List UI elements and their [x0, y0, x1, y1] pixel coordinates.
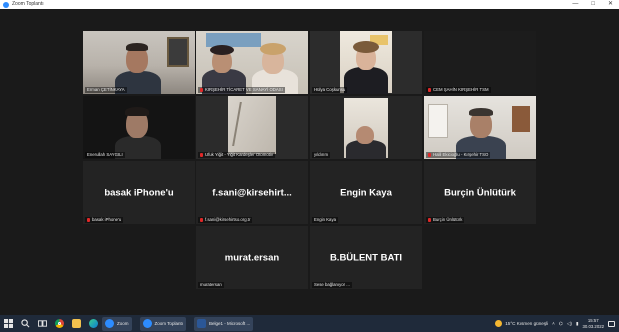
participant-tile[interactable]: basak iPhone'u basak iPhone'u — [83, 161, 195, 224]
edge-taskbar-button[interactable] — [85, 315, 102, 332]
video-feed — [310, 96, 422, 159]
participant-name: basak iPhone'u — [85, 217, 124, 223]
participant-name: f.sani@kirsehirtso.org.tr — [198, 217, 253, 223]
participant-name: Erman ÇETİNKAYA — [85, 87, 127, 93]
task-view-icon — [38, 320, 47, 327]
participant-tile[interactable]: CEM ŞAHİN KIRŞEHİR TSM — [424, 31, 536, 94]
participant-name: yıldırım — [312, 152, 331, 158]
file-explorer-taskbar-button[interactable] — [68, 315, 85, 332]
task-view-button[interactable] — [34, 315, 51, 332]
taskbar-app-zoom-meeting[interactable]: Zoom Toplantı — [139, 316, 186, 331]
zoom-logo-icon — [3, 1, 9, 8]
muted-mic-icon — [200, 88, 203, 92]
minimize-button[interactable]: — — [572, 0, 578, 9]
maximize-button[interactable]: □ — [591, 0, 595, 9]
windows-logo-icon — [4, 319, 13, 328]
participant-tile[interactable]: Burçin Ünlütürk Burçin Ünlütürk — [424, 161, 536, 224]
participant-tile[interactable]: Engin Kaya Engin Kaya — [310, 161, 422, 224]
participant-name: Enerullah SAYGILI — [85, 152, 125, 158]
participant-tile[interactable]: f.sani@kirsehirt... f.sani@kirsehirtso.o… — [196, 161, 308, 224]
chrome-icon — [55, 319, 64, 328]
search-button[interactable] — [17, 315, 34, 332]
muted-mic-icon — [87, 218, 90, 222]
participant-tile[interactable]: Ufuk Yiğit - Yiğit Kardeşler Otomotiv — [196, 96, 308, 159]
participant-display-name: f.sani@kirsehirt... — [212, 187, 292, 198]
participant-tile[interactable]: Hülya Coşkunsu — [310, 31, 422, 94]
participant-name: muratersan — [198, 282, 224, 288]
participant-tile[interactable]: murat.ersan muratersan — [196, 226, 308, 289]
participant-name: Hülya Coşkunsu — [312, 87, 348, 93]
folder-icon — [72, 319, 81, 328]
video-feed — [83, 96, 195, 159]
participant-tile[interactable]: yıldırım — [310, 96, 422, 159]
video-feed — [196, 31, 308, 94]
participant-name: CEM ŞAHİN KIRŞEHİR TSM — [426, 87, 491, 93]
participant-tile[interactable]: Erman ÇETİNKAYA — [83, 31, 195, 94]
gallery-view: Erman ÇETİNKAYA KIRŞEHİR TİCARET VE SANA… — [0, 9, 619, 315]
edge-icon — [89, 319, 98, 328]
close-button[interactable]: ✕ — [608, 0, 613, 9]
taskbar-app-word[interactable]: Belge1 - Microsoft ... — [193, 316, 254, 331]
participant-display-name: Engin Kaya — [340, 187, 392, 198]
chrome-taskbar-button[interactable] — [51, 315, 68, 332]
muted-mic-icon — [428, 218, 431, 222]
start-button[interactable] — [0, 315, 17, 332]
participant-tile[interactable]: KIRŞEHİR TİCARET VE SANAYİ ODASI — [196, 31, 308, 94]
participant-display-name: murat.ersan — [224, 252, 280, 263]
participant-name: Burçin Ünlütürk — [426, 217, 465, 223]
video-feed — [196, 96, 308, 159]
participant-name: Sese bağlanıyor ... — [312, 282, 352, 288]
network-icon[interactable]: ⌬ — [559, 321, 563, 327]
chevron-up-icon[interactable]: ˄ — [552, 321, 555, 326]
notification-icon[interactable] — [608, 320, 615, 327]
zoom-icon — [142, 319, 152, 328]
participant-name: KIRŞEHİR TİCARET VE SANAYİ ODASI — [198, 87, 285, 93]
system-tray: 15°C Kısmen güneşli ˄ ⌬ ◁) ▮ 15:57 30.03… — [495, 315, 615, 332]
taskbar-app-zoom[interactable]: Zoom — [102, 316, 132, 331]
video-feed — [424, 96, 536, 159]
muted-mic-icon — [200, 218, 203, 222]
participant-display-name: B.BÜLENT BATI — [329, 252, 403, 263]
window-title: Zoom Toplantı — [12, 1, 44, 7]
zoom-icon — [105, 319, 114, 328]
battery-icon[interactable]: ▮ — [576, 321, 579, 327]
video-feed — [310, 31, 422, 94]
volume-icon[interactable]: ◁) — [567, 321, 572, 327]
word-icon — [196, 319, 206, 328]
muted-mic-icon — [428, 88, 431, 92]
window-titlebar: Zoom Toplantı — □ ✕ — [0, 0, 619, 9]
participant-tile[interactable]: Halil Ekicioğlu - Kırşehir TSO — [424, 96, 536, 159]
participant-tile[interactable]: B.BÜLENT BATI Sese bağlanıyor ... — [310, 226, 422, 289]
participant-display-name: basak iPhone'u — [104, 187, 174, 198]
participant-name: Ufuk Yiğit - Yiğit Kardeşler Otomotiv — [198, 152, 276, 158]
taskbar: Zoom Zoom Toplantı Belge1 - Microsoft ..… — [0, 315, 619, 332]
participant-display-name: Burçin Ünlütürk — [444, 187, 516, 198]
search-icon — [21, 319, 30, 328]
muted-mic-icon — [200, 153, 203, 157]
participant-name: Halil Ekicioğlu - Kırşehir TSO — [426, 152, 491, 158]
weather-sun-icon — [495, 320, 503, 327]
participant-name: Engin Kaya — [312, 217, 338, 223]
clock[interactable]: 15:57 30.03.2022 — [582, 318, 604, 329]
weather-widget[interactable]: 15°C Kısmen güneşli — [495, 320, 548, 327]
muted-mic-icon — [428, 153, 431, 157]
participant-tile-active-speaker[interactable]: Enerullah SAYGILI — [83, 96, 195, 159]
video-feed — [83, 31, 195, 94]
